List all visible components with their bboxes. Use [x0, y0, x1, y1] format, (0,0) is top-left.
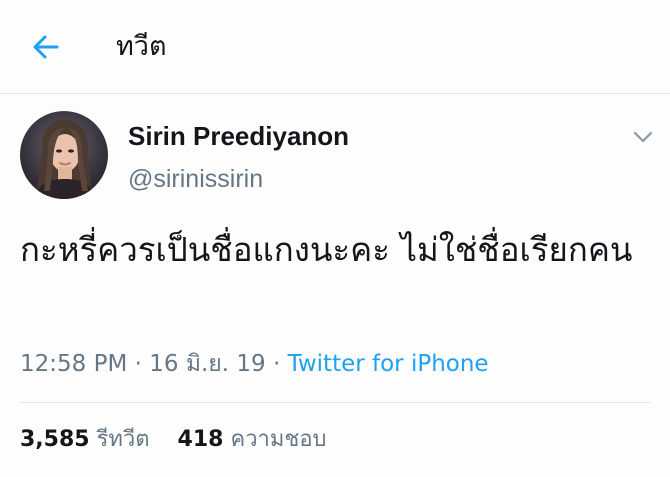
- retweet-count: 3,585: [20, 427, 90, 452]
- tweet-meta: 12:58 PM · 16 มิ.ย. 19 · Twitter for iPh…: [20, 346, 489, 382]
- tweet-time: 12:58 PM: [20, 351, 128, 377]
- retweets-stat[interactable]: 3,585 รีทวีต: [20, 427, 157, 452]
- arrow-left-icon: [33, 35, 59, 59]
- display-name[interactable]: Sirin Preediyanon: [128, 120, 349, 152]
- tweet-menu-button[interactable]: [628, 124, 658, 150]
- top-bar: ทวีต: [0, 0, 670, 94]
- tweet-date: 16 มิ.ย. 19: [149, 351, 266, 377]
- page-title: ทวีต: [116, 31, 167, 62]
- like-label: ความชอบ: [230, 427, 327, 452]
- tweet-text: กะหรี่ควรเป็นชื่อแกงนะคะ ไม่ใช่ชื่อเรียก…: [20, 230, 633, 269]
- divider: [20, 402, 650, 403]
- retweet-label: รีทวีต: [96, 427, 150, 452]
- avatar[interactable]: [20, 111, 108, 199]
- tweet-source-link[interactable]: Twitter for iPhone: [288, 351, 489, 377]
- likes-stat[interactable]: 418 ความชอบ: [178, 427, 327, 452]
- back-button[interactable]: [26, 27, 66, 67]
- user-handle[interactable]: @sirinissirin: [128, 163, 263, 195]
- tweet-detail-screen: ทวีต Sirin Preediyanon @sirinissirin กะห…: [0, 0, 670, 477]
- meta-separator: ·: [134, 351, 142, 377]
- chevron-down-icon: [633, 131, 653, 143]
- profile-photo: [20, 111, 108, 199]
- meta-separator: ·: [272, 351, 281, 377]
- tweet-stats: 3,585 รีทวีต 418 ความชอบ: [20, 420, 327, 460]
- like-count: 418: [177, 427, 224, 452]
